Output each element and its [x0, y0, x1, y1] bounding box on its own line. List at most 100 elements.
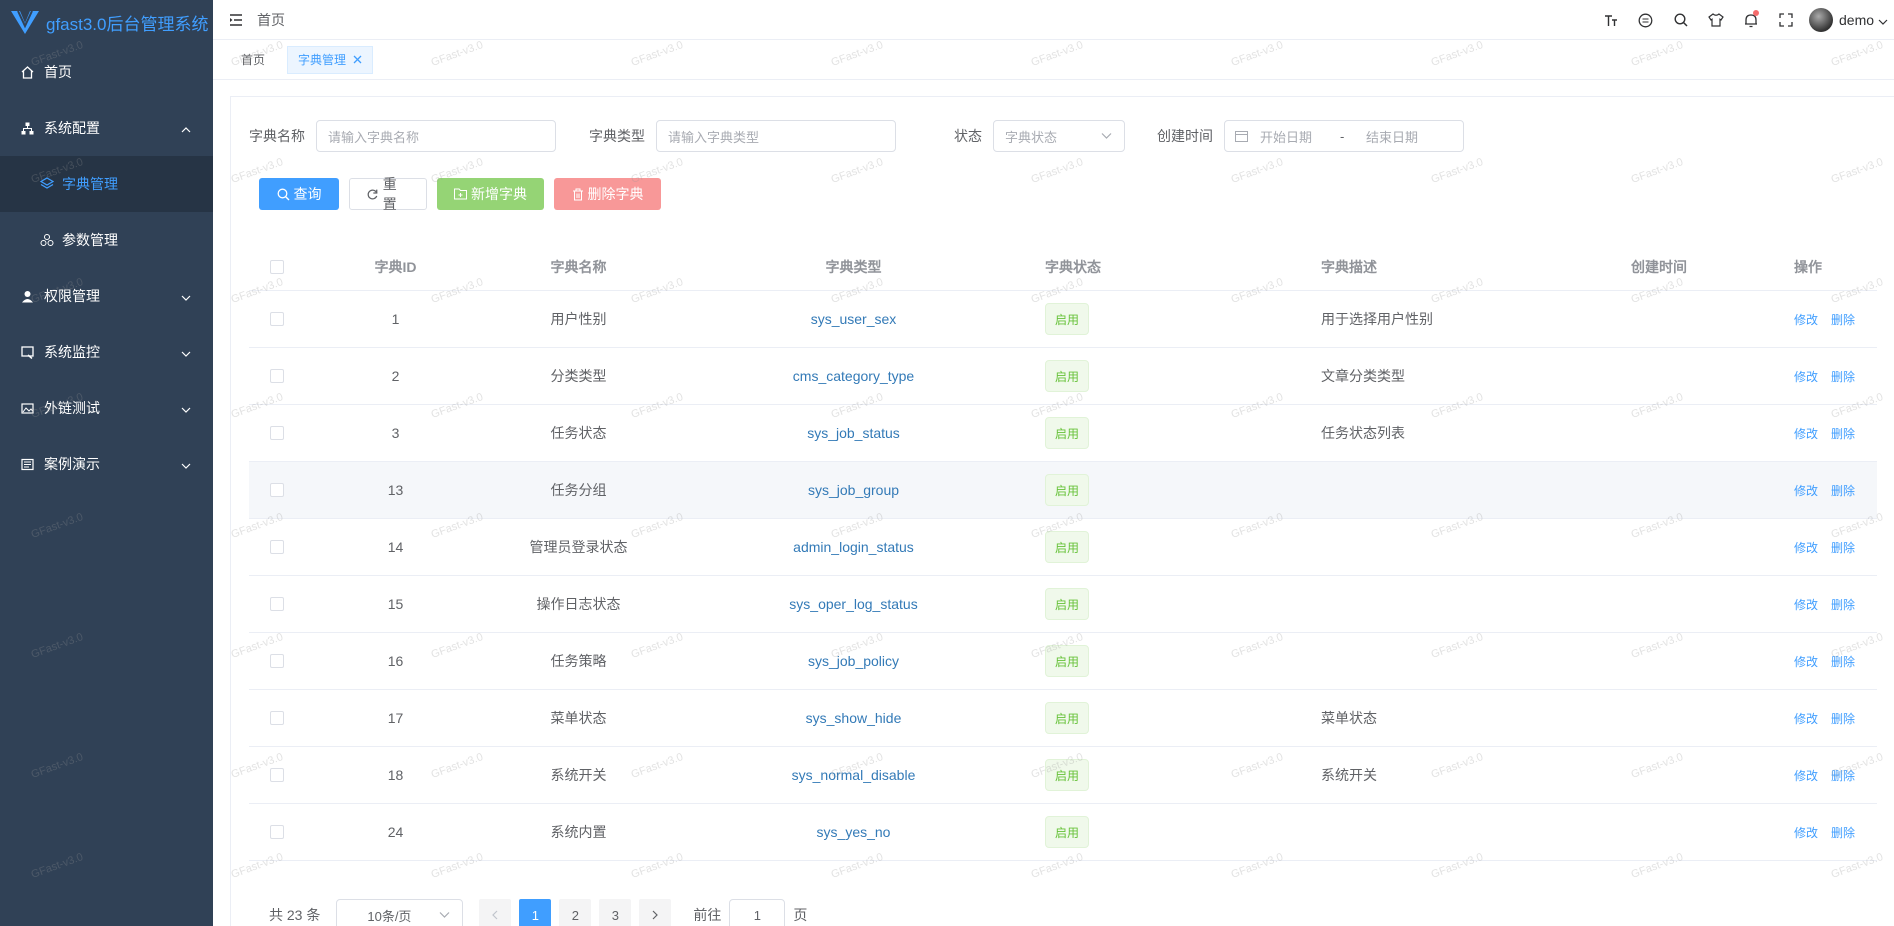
table-row[interactable]: 18 系统开关 sys_normal_disable 启用 系统开关 修改 删除 [249, 747, 1877, 804]
delete-button[interactable]: 删除 [1831, 767, 1855, 784]
delete-button[interactable]: 删除 [1831, 653, 1855, 670]
row-checkbox-cell [249, 633, 304, 689]
row-checkbox-cell [249, 576, 304, 632]
col-dict-status[interactable]: 字典状态 [1045, 244, 1225, 290]
dict-type-link[interactable]: sys_show_hide [806, 710, 902, 726]
dict-type-link[interactable]: sys_job_policy [808, 653, 899, 669]
edit-button[interactable]: 修改 [1794, 482, 1818, 499]
delete-button[interactable]: 删除 [1831, 710, 1855, 727]
delete-button[interactable]: 删除 [1831, 311, 1855, 328]
delete-button[interactable]: 删除 [1831, 539, 1855, 556]
bell-icon[interactable] [1733, 0, 1768, 40]
page-size-select[interactable]: 10条/页 [336, 899, 464, 926]
table-row[interactable]: 16 任务策略 sys_job_policy 启用 修改 删除 [249, 633, 1877, 690]
row-checkbox[interactable] [269, 768, 284, 782]
edit-button[interactable]: 修改 [1794, 311, 1818, 328]
col-dict-desc[interactable]: 字典描述 [1321, 244, 1521, 290]
table-row[interactable]: 17 菜单状态 sys_show_hide 启用 菜单状态 修改 删除 [249, 690, 1877, 747]
delete-button[interactable]: 删除 [1831, 368, 1855, 385]
tab-dict-management[interactable]: 字典管理 [287, 45, 374, 74]
dict-type-link[interactable]: sys_normal_disable [792, 767, 916, 783]
table-row[interactable]: 13 任务分组 sys_job_group 启用 修改 删除 [249, 462, 1877, 519]
row-checkbox[interactable] [269, 540, 284, 554]
app-brand[interactable]: gfast3.0后台管理系统 [0, 0, 213, 44]
dict-name-input[interactable]: 请输入字典名称 [316, 120, 556, 152]
top-header: 首页 demo [213, 0, 1894, 40]
page-button-3[interactable]: 3 [599, 899, 632, 926]
message-icon[interactable] [1628, 0, 1663, 40]
sidebar-item-dict-management[interactable]: 字典管理 [0, 156, 213, 212]
theme-shirt-icon[interactable] [1698, 0, 1733, 40]
page-button-2[interactable]: 2 [559, 899, 592, 926]
row-checkbox[interactable] [269, 597, 284, 611]
date-range-picker[interactable]: 开始日期 - 结束日期 [1224, 120, 1464, 152]
col-dict-id[interactable]: 字典ID [304, 244, 487, 290]
delete-button[interactable]: 删除 [1831, 425, 1855, 442]
delete-button[interactable]: 删除 [1831, 596, 1855, 613]
select-all-checkbox[interactable] [269, 260, 284, 274]
goto-page-input[interactable]: 1 [729, 899, 786, 926]
prev-page-button[interactable] [479, 899, 512, 926]
row-checkbox[interactable] [269, 312, 284, 326]
sidebar-item-param-management[interactable]: 参数管理 [0, 212, 213, 268]
dict-type-link[interactable]: sys_job_group [808, 482, 899, 498]
edit-button[interactable]: 修改 [1794, 767, 1818, 784]
row-checkbox[interactable] [269, 711, 284, 725]
dict-type-link[interactable]: sys_user_sex [811, 311, 897, 327]
edit-button[interactable]: 修改 [1794, 539, 1818, 556]
page-button-1[interactable]: 1 [519, 899, 552, 926]
row-checkbox[interactable] [269, 825, 284, 839]
col-dict-name[interactable]: 字典名称 [487, 244, 670, 290]
edit-button[interactable]: 修改 [1794, 368, 1818, 385]
status-select[interactable]: 字典状态 [993, 120, 1125, 152]
user-menu[interactable]: demo [1809, 8, 1894, 32]
row-checkbox[interactable] [269, 369, 284, 383]
sidebar-item-home[interactable]: 首页 [0, 44, 213, 100]
delete-button[interactable]: 删除 [1831, 482, 1855, 499]
table-row[interactable]: 2 分类类型 cms_category_type 启用 文章分类类型 修改 删除 [249, 348, 1877, 405]
edit-button[interactable]: 修改 [1794, 710, 1818, 727]
table-row[interactable]: 24 系统内置 sys_yes_no 启用 修改 删除 [249, 804, 1877, 861]
font-size-icon[interactable] [1593, 0, 1628, 40]
table-row[interactable]: 14 管理员登录状态 admin_login_status 启用 修改 删除 [249, 519, 1877, 576]
edit-button[interactable]: 修改 [1794, 596, 1818, 613]
reset-button[interactable]: 重置 [349, 176, 427, 212]
dict-type-link[interactable]: admin_login_status [793, 539, 914, 555]
status-badge: 启用 [1045, 702, 1090, 734]
close-icon[interactable] [353, 55, 362, 64]
delete-dict-button[interactable]: 删除字典 [554, 178, 661, 210]
fullscreen-icon[interactable] [1768, 0, 1803, 40]
breadcrumb[interactable]: 首页 [257, 10, 285, 30]
sidebar-item-permission[interactable]: 权限管理 [0, 268, 213, 324]
dict-type-link[interactable]: sys_oper_log_status [789, 596, 917, 612]
book-icon [20, 457, 34, 471]
col-dict-type[interactable]: 字典类型 [670, 244, 1037, 290]
next-page-button[interactable] [639, 899, 672, 926]
cell-dict-status: 启用 [1045, 576, 1225, 632]
sidebar-item-system-config[interactable]: 系统配置 [0, 100, 213, 156]
row-checkbox[interactable] [269, 483, 284, 497]
row-checkbox[interactable] [269, 426, 284, 440]
dict-type-link[interactable]: sys_yes_no [817, 824, 891, 840]
edit-button[interactable]: 修改 [1794, 425, 1818, 442]
delete-button[interactable]: 删除 [1831, 824, 1855, 841]
search-icon[interactable] [1663, 0, 1698, 40]
edit-button[interactable]: 修改 [1794, 653, 1818, 670]
dict-type-input[interactable]: 请输入字典类型 [656, 120, 896, 152]
row-checkbox[interactable] [269, 654, 284, 668]
tab-home[interactable]: 首页 [231, 46, 275, 74]
dict-type-link[interactable]: cms_category_type [793, 368, 914, 384]
col-created-time[interactable]: 创建时间 [1569, 244, 1749, 290]
edit-button[interactable]: 修改 [1794, 824, 1818, 841]
table-row[interactable]: 15 操作日志状态 sys_oper_log_status 启用 修改 删除 [249, 576, 1877, 633]
dict-type-link[interactable]: sys_job_status [807, 425, 900, 441]
table-row[interactable]: 3 任务状态 sys_job_status 启用 任务状态列表 修改 删除 [249, 405, 1877, 462]
menu-fold-icon[interactable] [229, 13, 243, 26]
dict-type-label: 字典类型 [589, 128, 645, 144]
sidebar-item-external-link[interactable]: 外链测试 [0, 380, 213, 436]
sidebar-item-monitor[interactable]: 系统监控 [0, 324, 213, 380]
query-button[interactable]: 查询 [259, 178, 339, 210]
add-dict-button[interactable]: 新增字典 [437, 178, 544, 210]
sidebar-item-demo[interactable]: 案例演示 [0, 436, 213, 492]
table-row[interactable]: 1 用户性别 sys_user_sex 启用 用于选择用户性别 修改 删除 [249, 291, 1877, 348]
